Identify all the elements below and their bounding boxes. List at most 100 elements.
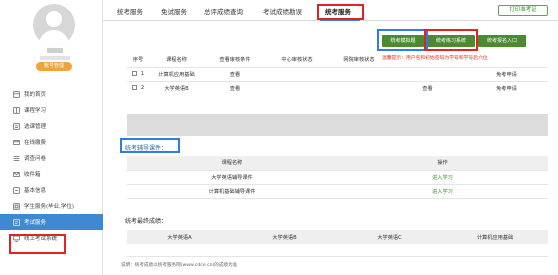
row-checkbox[interactable] [131, 85, 137, 91]
gray-separator-bar [127, 114, 548, 136]
table-header-row: 大学英语A 大学英语B 大学英语C 计算机应用基础 [127, 230, 548, 244]
list-icon [13, 122, 20, 130]
sidebar-item-label: 收件箱 [24, 172, 41, 178]
tab-bar: 统考服务 免试服务 总评成绩查询 考试成绩勘误 统考服务 打印准考证 [103, 0, 558, 21]
sidebar-item-label: 基本信息 [24, 188, 47, 194]
column-header: 大学英语C [337, 230, 442, 244]
sidebar-item-inbox[interactable]: 收件箱 [0, 166, 103, 182]
tab-exemption-service[interactable]: 免试服务 [161, 6, 187, 16]
column-header: 查看审核条件 [219, 57, 251, 64]
main-content: 统考服务 免试服务 总评成绩查询 考试成绩勘误 统考服务 打印准考证 统考模拟题… [103, 0, 558, 275]
score-cell [127, 244, 232, 257]
card-icon [13, 139, 20, 146]
survey-icon [13, 155, 20, 162]
sidebar-item-label: 在线缴费 [24, 140, 47, 146]
column-header: 大学英语A [127, 230, 232, 244]
inbox-icon [13, 171, 20, 178]
sidebar-item-label: 课程学习 [24, 108, 47, 114]
exemption-apply-link[interactable]: 免考申请 [465, 81, 548, 95]
table-row: 大学英语辅导课件 进入学习 [127, 170, 548, 185]
account-management-button[interactable]: 账号管理 [36, 62, 72, 71]
book-icon [13, 106, 20, 114]
sidebar-item-label: 线上考试系统 [24, 236, 58, 242]
score-cell [232, 244, 337, 257]
table-row: 1 计算机应用基础 查看 免考申请 [127, 67, 548, 81]
sidebar-item-label: 考试服务 [24, 220, 47, 226]
table-row [127, 244, 548, 257]
active-tab-underline [320, 19, 360, 21]
sidebar-item-label: 调查问卷 [24, 156, 47, 162]
row-index: 2 [140, 85, 145, 92]
home-icon [13, 90, 20, 98]
net-status-cell [328, 67, 390, 81]
exam-icon [13, 218, 20, 226]
table-row: 2 大学英语B 查看 查看 免考申请 [127, 81, 548, 95]
sidebar-menu: 我的首页 课程学习 选课管理 在线缴费 调查问卷 收件箱 基本信息 学生服务(毕… [0, 86, 103, 246]
sidebar-item-basic-info[interactable]: 基本信息 [0, 182, 103, 198]
sidebar-item-survey[interactable]: 调查问卷 [0, 150, 103, 166]
column-header: 计算机应用基础 [442, 230, 548, 244]
login-tip: 温馨提示：用户名和初始密码为学号和学号后六位 [380, 53, 490, 62]
center-status-cell [266, 81, 328, 95]
view-conditions-link[interactable]: 查看 [204, 81, 266, 95]
sidebar: 账号管理 我的首页 课程学习 选课管理 在线缴费 调查问卷 收件箱 基本信息 学… [0, 0, 103, 275]
tab-overall-score-query[interactable]: 总评成绩查询 [204, 6, 243, 16]
column-header: 操作 [337, 156, 548, 171]
mock-exam-button[interactable]: 统考模拟题 [382, 35, 424, 47]
practice-system-button[interactable]: 统考练习系统 [427, 35, 475, 47]
sidebar-item-online-exam[interactable]: 线上考试系统 [0, 230, 103, 246]
score-note: 说明：统考成绩以统考服务网(www.cdce.cn)的成绩为准 [121, 263, 238, 268]
print-admission-ticket-button[interactable]: 打印准考证 [498, 5, 548, 16]
sidebar-item-label: 学生服务(毕业,学位) [24, 204, 75, 210]
tutorial-course-name: 大学英语辅导课件 [127, 170, 337, 185]
tutorial-section-title: 统考辅导课件： [125, 145, 168, 152]
column-header: 序号 [132, 57, 144, 64]
exemption-apply-link[interactable]: 免考申请 [465, 67, 548, 81]
avatar[interactable] [33, 4, 75, 46]
tab-unified-exam-active[interactable]: 统考服务 [325, 6, 351, 16]
score-cell [337, 244, 442, 257]
table-row: 计算机基础辅导课件 进入学习 [127, 184, 548, 199]
tab-score-correction[interactable]: 考试成绩勘误 [263, 6, 302, 16]
center-status-cell [266, 67, 328, 81]
net-status-cell [328, 81, 390, 95]
row-index: 1 [140, 71, 145, 77]
avatar-body-shape [39, 30, 69, 46]
sidebar-item-course-selection[interactable]: 选课管理 [0, 118, 103, 134]
avatar-head-shape [46, 11, 62, 27]
online-exam-icon [13, 235, 20, 242]
column-header: 课程名称 [166, 57, 187, 64]
enter-study-link[interactable]: 进入学习 [337, 184, 548, 199]
extra-cell [390, 67, 465, 81]
column-header: 中心审核状态 [281, 57, 313, 64]
sidebar-item-course-study[interactable]: 课程学习 [0, 102, 103, 118]
view-conditions-link[interactable]: 查看 [204, 67, 266, 81]
user-name-redacted [47, 48, 63, 53]
column-header: 大学英语B [232, 230, 337, 244]
row-index-cell: 2 [127, 81, 149, 95]
final-scores-title: 统考最终成绩： [125, 218, 168, 225]
row-index-cell: 1 [127, 67, 149, 81]
sidebar-item-home[interactable]: 我的首页 [0, 86, 103, 102]
info-icon [13, 186, 20, 194]
course-name-cell: 计算机应用基础 [158, 71, 195, 78]
tutorial-table: 课程名称 操作 大学英语辅导课件 进入学习 计算机基础辅导课件 进入学习 [127, 156, 548, 199]
tab-unified-exam-service[interactable]: 统考服务 [117, 6, 143, 16]
course-name-cell: 大学英语B [164, 85, 189, 92]
exam-signup-button[interactable]: 统考报名入口 [478, 35, 526, 47]
service-icon [13, 202, 20, 210]
column-header: 课程名称 [127, 156, 337, 171]
sidebar-item-online-payment[interactable]: 在线缴费 [0, 134, 103, 150]
tutorial-course-name: 计算机基础辅导课件 [127, 184, 337, 199]
row-checkbox[interactable] [131, 71, 137, 76]
user-id-redacted [40, 56, 70, 60]
final-scores-table: 大学英语A 大学英语B 大学英语C 计算机应用基础 [127, 230, 548, 257]
enter-study-link[interactable]: 进入学习 [337, 170, 548, 185]
sidebar-item-label: 我的首页 [24, 92, 47, 98]
table-header-row: 课程名称 操作 [127, 156, 548, 171]
sidebar-item-exam-service[interactable]: 考试服务 [0, 214, 103, 230]
score-cell [442, 244, 548, 257]
sidebar-item-label: 选课管理 [24, 124, 47, 130]
view-link[interactable]: 查看 [390, 81, 465, 95]
sidebar-item-student-service[interactable]: 学生服务(毕业,学位) [0, 198, 103, 214]
